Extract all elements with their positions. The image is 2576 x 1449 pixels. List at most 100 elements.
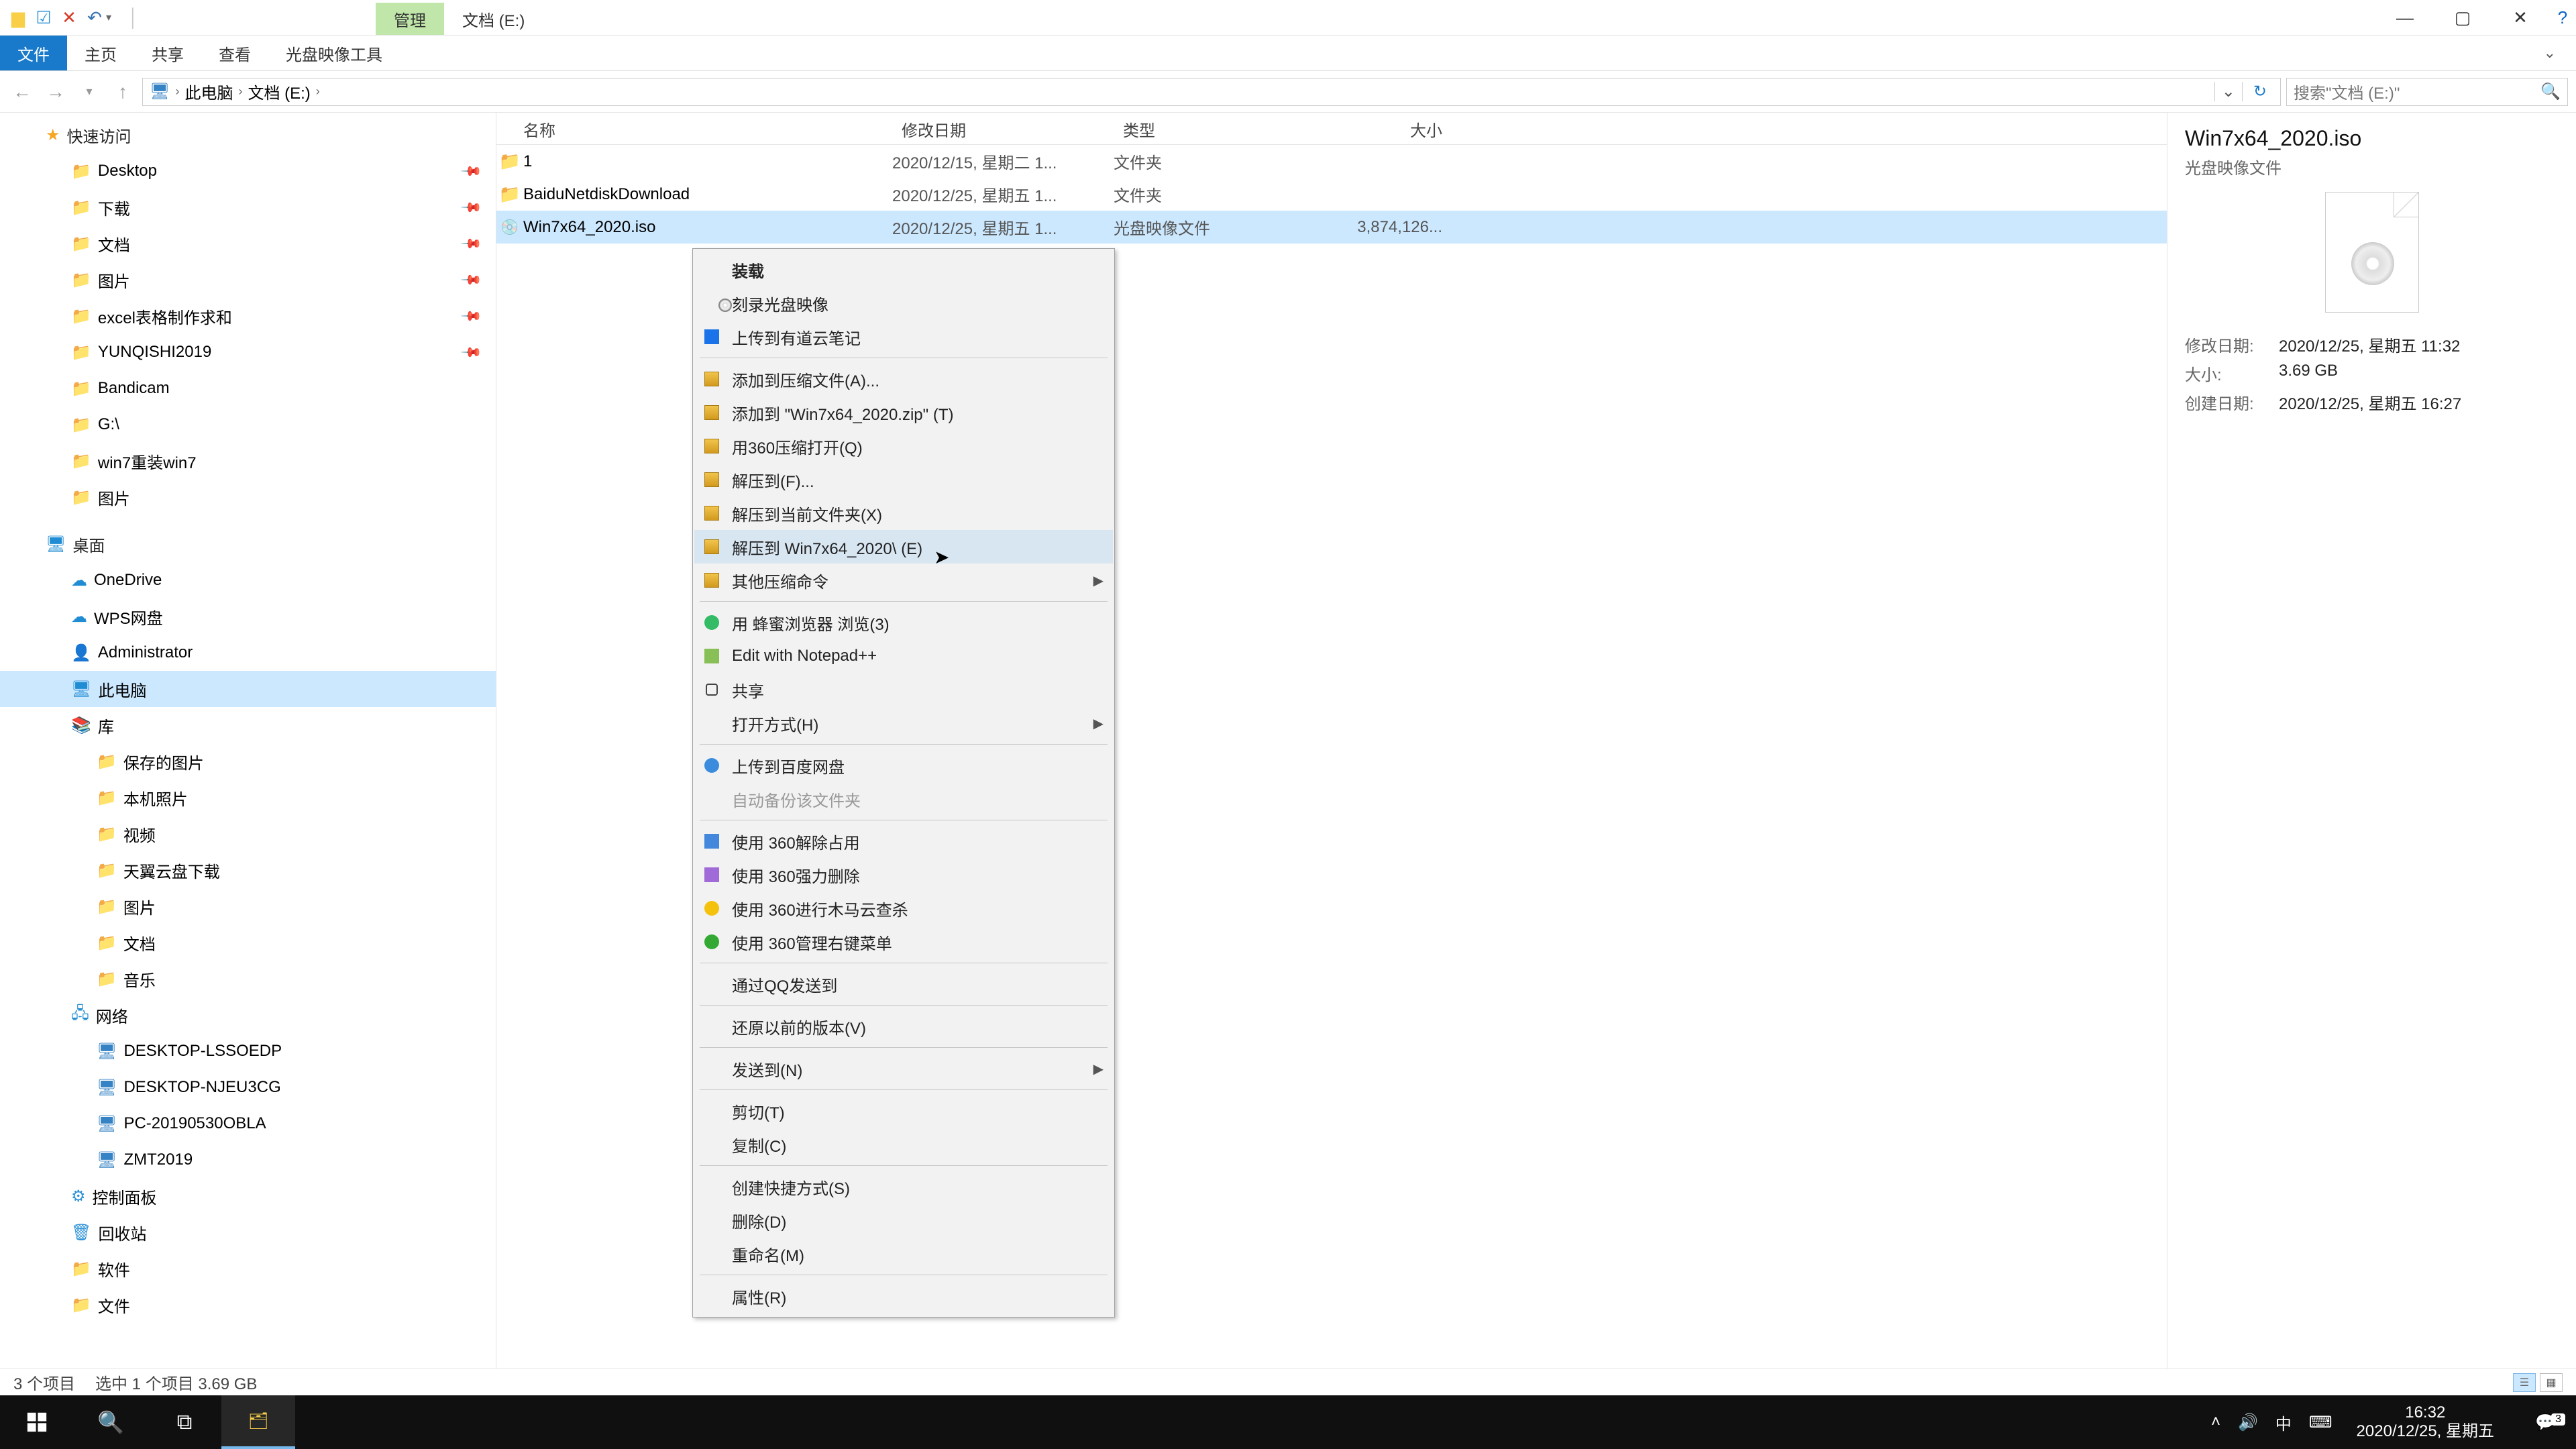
tree-item[interactable]: 🖥此电脑 (0, 671, 496, 707)
nav-forward-button[interactable]: → (42, 78, 70, 106)
navigation-tree[interactable]: ★快速访问 📁Desktop📌📁下载📌📁文档📌📁图片📌📁excel表格制作求和📌… (0, 113, 496, 1368)
view-thumbnails-button[interactable]: ▦ (2540, 1373, 2563, 1392)
tree-item[interactable]: 📁文档📌 (0, 225, 496, 262)
action-center-icon[interactable]: 💬3 (2518, 1413, 2572, 1432)
file-row[interactable]: 💿 Win7x64_2020.iso 2020/12/25, 星期五 1... … (496, 211, 2167, 244)
tree-item[interactable]: 📚库 (0, 707, 496, 743)
menu-item[interactable]: 剪切(T) (694, 1094, 1113, 1128)
chevron-right-icon[interactable]: › (315, 85, 321, 99)
tree-item[interactable]: 📁G:\ (0, 407, 496, 443)
menu-item[interactable]: 重命名(M) (694, 1237, 1113, 1271)
tree-item[interactable]: 🖥PC-20190530OBLA (0, 1106, 496, 1142)
col-name[interactable]: 名称 (496, 117, 892, 141)
chevron-right-icon[interactable]: › (174, 85, 180, 99)
close-button[interactable]: ✕ (2491, 0, 2549, 35)
menu-item[interactable]: 删除(D) (694, 1203, 1113, 1237)
menu-item[interactable]: 上传到有道云笔记 (694, 320, 1113, 354)
tree-item[interactable]: 📁音乐 (0, 961, 496, 997)
file-row[interactable]: 📁 1 2020/12/15, 星期二 1... 文件夹 (496, 145, 2167, 178)
taskbar-clock[interactable]: 16:32 2020/12/25, 星期五 (2350, 1403, 2501, 1440)
address-dropdown-icon[interactable]: ⌄ (2214, 82, 2243, 101)
tree-network[interactable]: 🖧网络 (0, 997, 496, 1033)
tree-item[interactable]: 📁保存的图片 (0, 743, 496, 780)
expand-ribbon-icon[interactable]: ⌄ (2544, 44, 2556, 62)
menu-item[interactable]: 还原以前的版本(V) (694, 1010, 1113, 1043)
tree-item[interactable]: 👤Administrator (0, 635, 496, 671)
tree-item[interactable]: 📁文件 (0, 1287, 496, 1323)
system-tray[interactable]: ˄ 🔊 中 ⌨ 16:32 2020/12/25, 星期五 💬3 (2211, 1403, 2576, 1440)
properties-icon[interactable]: ☑ (32, 6, 55, 29)
tree-item[interactable]: 🖥ZMT2019 (0, 1142, 496, 1178)
tree-quick-access[interactable]: ★快速访问 (0, 117, 496, 153)
tree-item[interactable]: 📁excel表格制作求和📌 (0, 298, 496, 334)
menu-item[interactable]: 发送到(N)▶ (694, 1052, 1113, 1085)
tree-item[interactable]: 📁天翼云盘下载 (0, 852, 496, 888)
start-button[interactable] (0, 1395, 74, 1449)
menu-item[interactable]: 使用 360进行木马云查杀 (694, 892, 1113, 925)
tree-item[interactable]: 📁下载📌 (0, 189, 496, 225)
tree-item[interactable]: ☁WPS网盘 (0, 598, 496, 635)
col-date[interactable]: 修改日期 (892, 117, 1114, 141)
tree-desktop[interactable]: 🖥桌面 (0, 526, 496, 562)
tree-item[interactable]: 📁本机照片 (0, 780, 496, 816)
col-type[interactable]: 类型 (1114, 117, 1301, 141)
menu-item[interactable]: 解压到(F)... (694, 463, 1113, 496)
menu-item[interactable]: 解压到 Win7x64_2020\ (E) (694, 530, 1113, 564)
address-bar[interactable]: 🖥 › 此电脑 › 文档 (E:) › ⌄ ↻ (142, 78, 2281, 106)
col-size[interactable]: 大小 (1301, 117, 1462, 141)
menu-item[interactable]: 用 蜂蜜浏览器 浏览(3) (694, 606, 1113, 639)
file-tab[interactable]: 文件 (0, 36, 67, 70)
undo-icon[interactable]: ↶ (83, 6, 106, 29)
menu-item[interactable]: 属性(R) (694, 1279, 1113, 1313)
help-icon[interactable]: ? (2549, 0, 2576, 35)
tree-item[interactable]: 🗑回收站 (0, 1214, 496, 1250)
menu-item[interactable]: 解压到当前文件夹(X) (694, 496, 1113, 530)
chevron-right-icon[interactable]: › (237, 85, 244, 99)
menu-item[interactable]: 创建快捷方式(S) (694, 1170, 1113, 1203)
menu-item[interactable]: 使用 360解除占用 (694, 824, 1113, 858)
tree-item[interactable]: 📁win7重装win7 (0, 443, 496, 479)
menu-item[interactable]: 添加到 "Win7x64_2020.zip" (T) (694, 396, 1113, 429)
tree-item[interactable]: 📁YUNQISHI2019📌 (0, 334, 496, 370)
ribbon-tab-share[interactable]: 共享 (134, 36, 201, 70)
tree-item[interactable]: 📁文档 (0, 924, 496, 961)
taskbar-search[interactable]: 🔍 (74, 1395, 148, 1449)
menu-item[interactable]: Edit with Notepad++ (694, 639, 1113, 673)
tree-item[interactable]: 📁Bandicam (0, 370, 496, 407)
menu-item[interactable]: 通过QQ发送到 (694, 967, 1113, 1001)
ribbon-tab-home[interactable]: 主页 (67, 36, 134, 70)
column-headers[interactable]: 名称 修改日期 类型 大小 (496, 114, 2167, 145)
file-row[interactable]: 📁 BaiduNetdiskDownload 2020/12/25, 星期五 1… (496, 178, 2167, 211)
tree-item[interactable]: 🖥DESKTOP-NJEU3CG (0, 1069, 496, 1106)
nav-up-button[interactable]: ↑ (109, 78, 137, 106)
taskbar-explorer[interactable]: 🗂 (221, 1395, 295, 1449)
tree-item[interactable]: 🖥DESKTOP-LSSOEDP (0, 1033, 496, 1069)
maximize-button[interactable]: ▢ (2434, 0, 2491, 35)
menu-item[interactable]: 装载 (694, 253, 1113, 286)
search-box[interactable]: 搜索"文档 (E:)" 🔍 (2286, 78, 2568, 106)
volume-icon[interactable]: 🔊 (2238, 1413, 2258, 1432)
taskbar-taskview[interactable]: ⧉ (148, 1395, 221, 1449)
tree-item[interactable]: 📁视频 (0, 816, 496, 852)
taskbar[interactable]: 🔍 ⧉ 🗂 ˄ 🔊 中 ⌨ 16:32 2020/12/25, 星期五 💬3 (0, 1395, 2576, 1449)
delete-icon[interactable]: ✕ (58, 6, 80, 29)
tree-item[interactable]: ⚙控制面板 (0, 1178, 496, 1214)
nav-back-button[interactable]: ← (8, 78, 36, 106)
tree-item[interactable]: 📁图片📌 (0, 262, 496, 298)
minimize-button[interactable]: — (2376, 0, 2434, 35)
context-menu[interactable]: 装载刻录光盘映像上传到有道云笔记添加到压缩文件(A)...添加到 "Win7x6… (692, 248, 1115, 1318)
tree-item[interactable]: 📁图片 (0, 888, 496, 924)
menu-item[interactable]: 使用 360强力删除 (694, 858, 1113, 892)
qat-dropdown-icon[interactable]: ▾ (106, 11, 119, 24)
ime-indicator[interactable]: 中 (2275, 1411, 2292, 1434)
ribbon-tab-iso-tools[interactable]: 光盘映像工具 (268, 36, 400, 70)
tree-item[interactable]: 📁Desktop📌 (0, 153, 496, 189)
menu-item[interactable]: 复制(C) (694, 1128, 1113, 1161)
tree-item[interactable]: 📁软件 (0, 1250, 496, 1287)
tree-item[interactable]: 📁图片 (0, 479, 496, 515)
breadcrumb-segment[interactable]: 文档 (E:) (248, 80, 310, 103)
ribbon-tab-view[interactable]: 查看 (201, 36, 268, 70)
keyboard-icon[interactable]: ⌨ (2309, 1413, 2332, 1432)
breadcrumb-root[interactable]: 此电脑 (184, 80, 233, 103)
menu-item[interactable]: 共享 (694, 673, 1113, 706)
